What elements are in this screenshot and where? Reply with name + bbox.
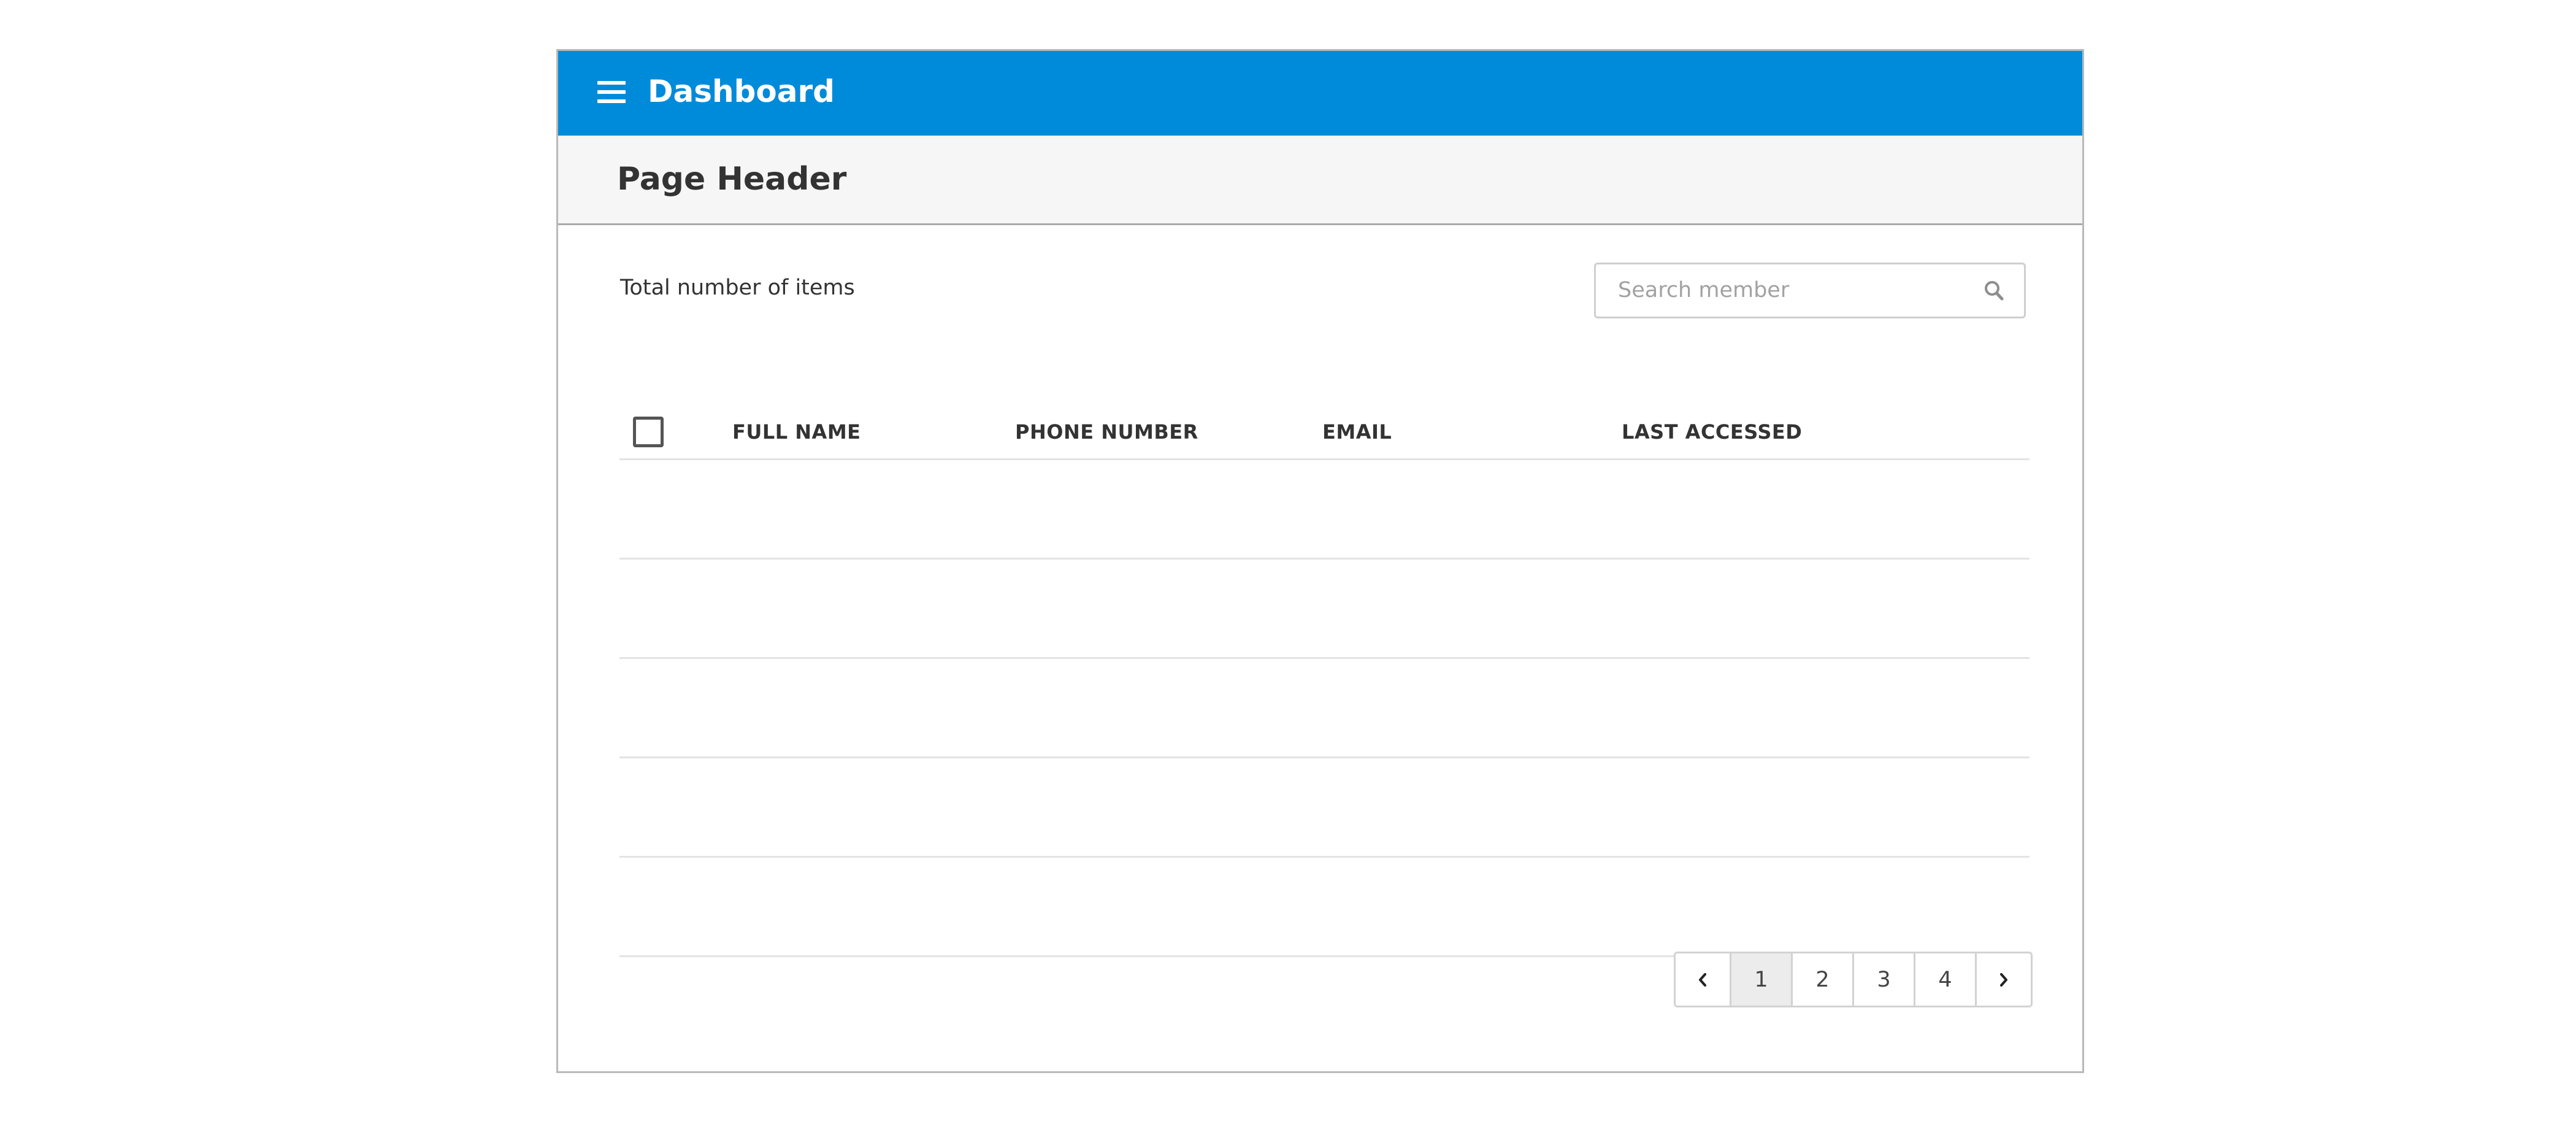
table-row[interactable]	[619, 758, 2030, 858]
page-button-2[interactable]: 2	[1793, 953, 1854, 1006]
column-header-last-accessed[interactable]: LAST ACCESSED	[1622, 418, 1802, 445]
pagination: 1 2 3 4	[1674, 952, 2033, 1007]
column-header-email[interactable]: EMAIL	[1322, 418, 1392, 445]
next-page-button[interactable]	[1977, 953, 2031, 1006]
table-row[interactable]	[619, 460, 2030, 560]
top-app-bar: Dashboard	[558, 51, 2082, 136]
search-box[interactable]	[1594, 263, 2026, 318]
table-row[interactable]	[619, 659, 2030, 758]
page-button-4[interactable]: 4	[1915, 953, 1977, 1006]
page-button-1[interactable]: 1	[1731, 953, 1793, 1006]
chevron-right-icon	[2000, 972, 2007, 987]
app-title: Dashboard	[648, 74, 835, 109]
column-header-phone-number[interactable]: PHONE NUMBER	[1015, 418, 1198, 445]
total-items-label: Total number of items	[620, 275, 855, 300]
table-header-row: FULL NAME PHONE NUMBER EMAIL LAST ACCESS…	[619, 396, 2030, 460]
page-header-bar: Page Header	[558, 136, 2082, 225]
table-row[interactable]	[619, 858, 2030, 957]
chevron-left-icon	[1699, 972, 1706, 987]
search-input[interactable]	[1618, 275, 1961, 306]
members-table: FULL NAME PHONE NUMBER EMAIL LAST ACCESS…	[619, 396, 2030, 957]
hamburger-icon[interactable]	[597, 81, 626, 103]
table-row[interactable]	[619, 560, 2030, 659]
page-button-3[interactable]: 3	[1854, 953, 1915, 1006]
page-title: Page Header	[617, 161, 847, 198]
prev-page-button[interactable]	[1676, 953, 1731, 1006]
dashboard-window: Dashboard Page Header Total number of it…	[556, 49, 2084, 1073]
search-icon[interactable]	[1984, 280, 2004, 302]
select-all-checkbox[interactable]	[633, 417, 664, 447]
column-header-full-name[interactable]: FULL NAME	[732, 418, 861, 445]
